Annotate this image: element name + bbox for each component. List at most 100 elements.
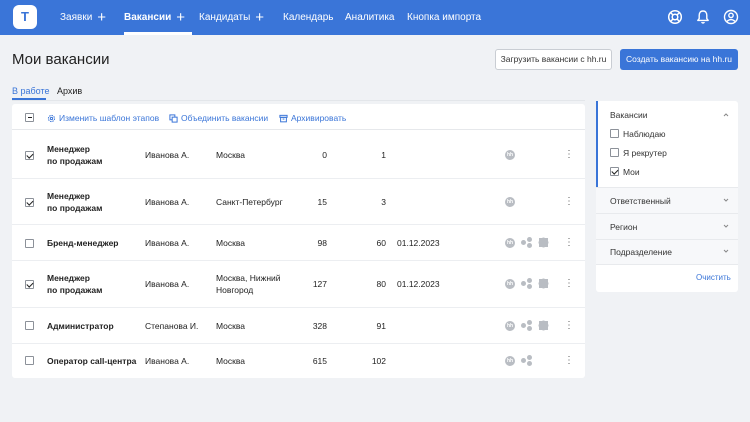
hh-source-icon: hh [505, 356, 515, 366]
responsible-person: Степанова И. [145, 321, 199, 331]
row-checkbox[interactable] [25, 151, 34, 160]
city: Москва [216, 150, 246, 160]
table-row[interactable]: Администратор Степанова И. Москва 328 91… [12, 308, 585, 344]
count-b: 60 [376, 238, 386, 248]
archive-action[interactable]: Архивировать [279, 113, 346, 123]
nav-item-analytics[interactable]: Аналитика [345, 0, 395, 35]
filter-option-label[interactable]: Наблюдаю [623, 129, 666, 139]
count-b: 80 [376, 279, 386, 289]
responsible-person: Иванова А. [145, 150, 190, 160]
filter-section-region[interactable]: Регион [610, 222, 637, 232]
logo-letter: T [21, 9, 29, 24]
count-a: 15 [317, 197, 327, 207]
nav-item-calendar[interactable]: Календарь [283, 0, 333, 35]
responsible-person: Иванова А. [145, 197, 190, 207]
tab-in-progress[interactable]: В работе [12, 86, 50, 96]
nav-item-candidates[interactable]: Кандидаты + [199, 0, 264, 35]
social-dots-icon [521, 320, 533, 332]
top-navigation-bar: T Заявки + Вакансии + Кандидаты + Календ… [0, 0, 750, 35]
row-menu-icon[interactable]: ⋮ [564, 279, 574, 289]
filter-option-label[interactable]: Я рекрутер [623, 148, 667, 158]
count-a: 615 [312, 356, 327, 366]
filter-checkbox-watching[interactable] [610, 129, 619, 138]
app-logo[interactable]: T [13, 5, 37, 29]
chevron-down-icon[interactable] [723, 197, 729, 203]
table-row[interactable]: Бренд-менеджер Иванова А. Москва 98 60 0… [12, 225, 585, 261]
hh-source-icon: hh [505, 197, 515, 207]
filter-section-department[interactable]: Подразделение [610, 247, 672, 257]
add-vacancy-icon[interactable]: + [176, 10, 185, 25]
row-checkbox[interactable] [25, 239, 34, 248]
divider [596, 213, 738, 214]
bulk-actions-toolbar: Изменить шаблон этапов Объединить ваканс… [12, 104, 585, 130]
row-checkbox[interactable] [25, 356, 34, 365]
tabs-divider [12, 99, 585, 101]
filter-checkbox-recruiter[interactable] [610, 148, 619, 157]
clear-filters-link[interactable]: Очистить [696, 273, 731, 282]
chevron-down-icon[interactable] [723, 223, 729, 229]
nav-item-label: Кнопка импорта [407, 12, 482, 23]
divider [596, 264, 738, 265]
merge-vacancies-action[interactable]: Объединить вакансии [169, 113, 268, 123]
archive-label: Архивировать [291, 113, 347, 123]
tab-archive[interactable]: Архив [57, 86, 82, 96]
chevron-down-icon[interactable] [723, 248, 729, 254]
select-all-checkbox[interactable] [25, 113, 34, 122]
deadline-date: 01.12.2023 [397, 238, 440, 248]
vacancy-name-line1[interactable]: Администратор [47, 320, 114, 332]
nav-item-import[interactable]: Кнопка импорта [407, 0, 481, 35]
filter-option-label[interactable]: Мои [623, 167, 640, 177]
row-menu-icon[interactable]: ⋮ [564, 238, 574, 248]
active-nav-indicator [124, 32, 192, 35]
add-candidate-icon[interactable]: + [255, 10, 264, 25]
row-menu-icon[interactable]: ⋮ [564, 197, 574, 207]
nav-item-vacancies[interactable]: Вакансии + [124, 0, 185, 35]
vacancy-name-line1[interactable]: Менеджер [47, 190, 90, 202]
vacancy-name-line2[interactable]: по продажам [47, 202, 102, 214]
page-title: Мои вакансии [12, 51, 110, 68]
row-checkbox[interactable] [25, 280, 34, 289]
vacancy-name-line2[interactable]: по продажам [47, 155, 102, 167]
change-stage-template-action[interactable]: Изменить шаблон этапов [47, 113, 159, 123]
create-vacancy-hh-button[interactable]: Создать вакансию на hh.ru [620, 49, 738, 70]
hh-source-icon: hh [505, 279, 515, 289]
notifications-bell-icon[interactable] [695, 9, 711, 25]
city: Москва [216, 238, 246, 248]
table-row[interactable]: Менеджер по продажам Иванова А. Москва, … [12, 261, 585, 308]
add-request-icon[interactable]: + [97, 10, 106, 25]
row-menu-icon[interactable]: ⋮ [564, 321, 574, 331]
count-a: 328 [312, 321, 327, 331]
count-a: 127 [312, 279, 327, 289]
count-b: 102 [371, 356, 386, 366]
vacancies-table: Изменить шаблон этапов Объединить ваканс… [12, 104, 585, 378]
count-b: 91 [376, 321, 386, 331]
hh-source-icon: hh [505, 321, 515, 331]
user-profile-icon[interactable] [723, 9, 739, 25]
vacancy-name-line1[interactable]: Менеджер [47, 143, 90, 155]
nav-item-requests[interactable]: Заявки + [60, 0, 106, 35]
filter-section-responsible[interactable]: Ответственный [610, 196, 671, 206]
active-section-accent [596, 101, 598, 187]
social-dots-icon [521, 278, 533, 290]
filter-panel: Вакансии Наблюдаю Я рекрутер Мои Ответст… [596, 101, 738, 292]
table-row[interactable]: Оператор call-центра Иванова А. Москва 6… [12, 344, 585, 378]
table-row[interactable]: Менеджер по продажам Иванова А. Москва 0… [12, 131, 585, 179]
row-checkbox[interactable] [25, 198, 34, 207]
chevron-up-icon[interactable] [723, 112, 729, 118]
vacancy-name-line1[interactable]: Оператор call-центра [47, 355, 136, 367]
nav-item-label: Заявки [60, 12, 93, 23]
load-vacancies-hh-button[interactable]: Загрузить вакансии с hh.ru [495, 49, 612, 70]
vacancy-name-line2[interactable]: по продажам [47, 284, 102, 296]
row-menu-icon[interactable]: ⋮ [564, 150, 574, 160]
filter-checkbox-mine[interactable] [610, 167, 619, 176]
merge-copy-icon [169, 113, 178, 123]
support-lifebuoy-icon[interactable] [667, 9, 683, 25]
table-row[interactable]: Менеджер по продажам Иванова А. Санкт-Пе… [12, 179, 585, 225]
vacancy-name-line1[interactable]: Бренд-менеджер [47, 237, 119, 249]
filter-section-vacancies[interactable]: Вакансии [610, 110, 647, 120]
row-checkbox[interactable] [25, 321, 34, 330]
vacancy-name-line1[interactable]: Менеджер [47, 272, 90, 284]
row-menu-icon[interactable]: ⋮ [564, 356, 574, 366]
archive-box-icon [279, 114, 288, 122]
nav-item-label: Аналитика [345, 12, 395, 23]
